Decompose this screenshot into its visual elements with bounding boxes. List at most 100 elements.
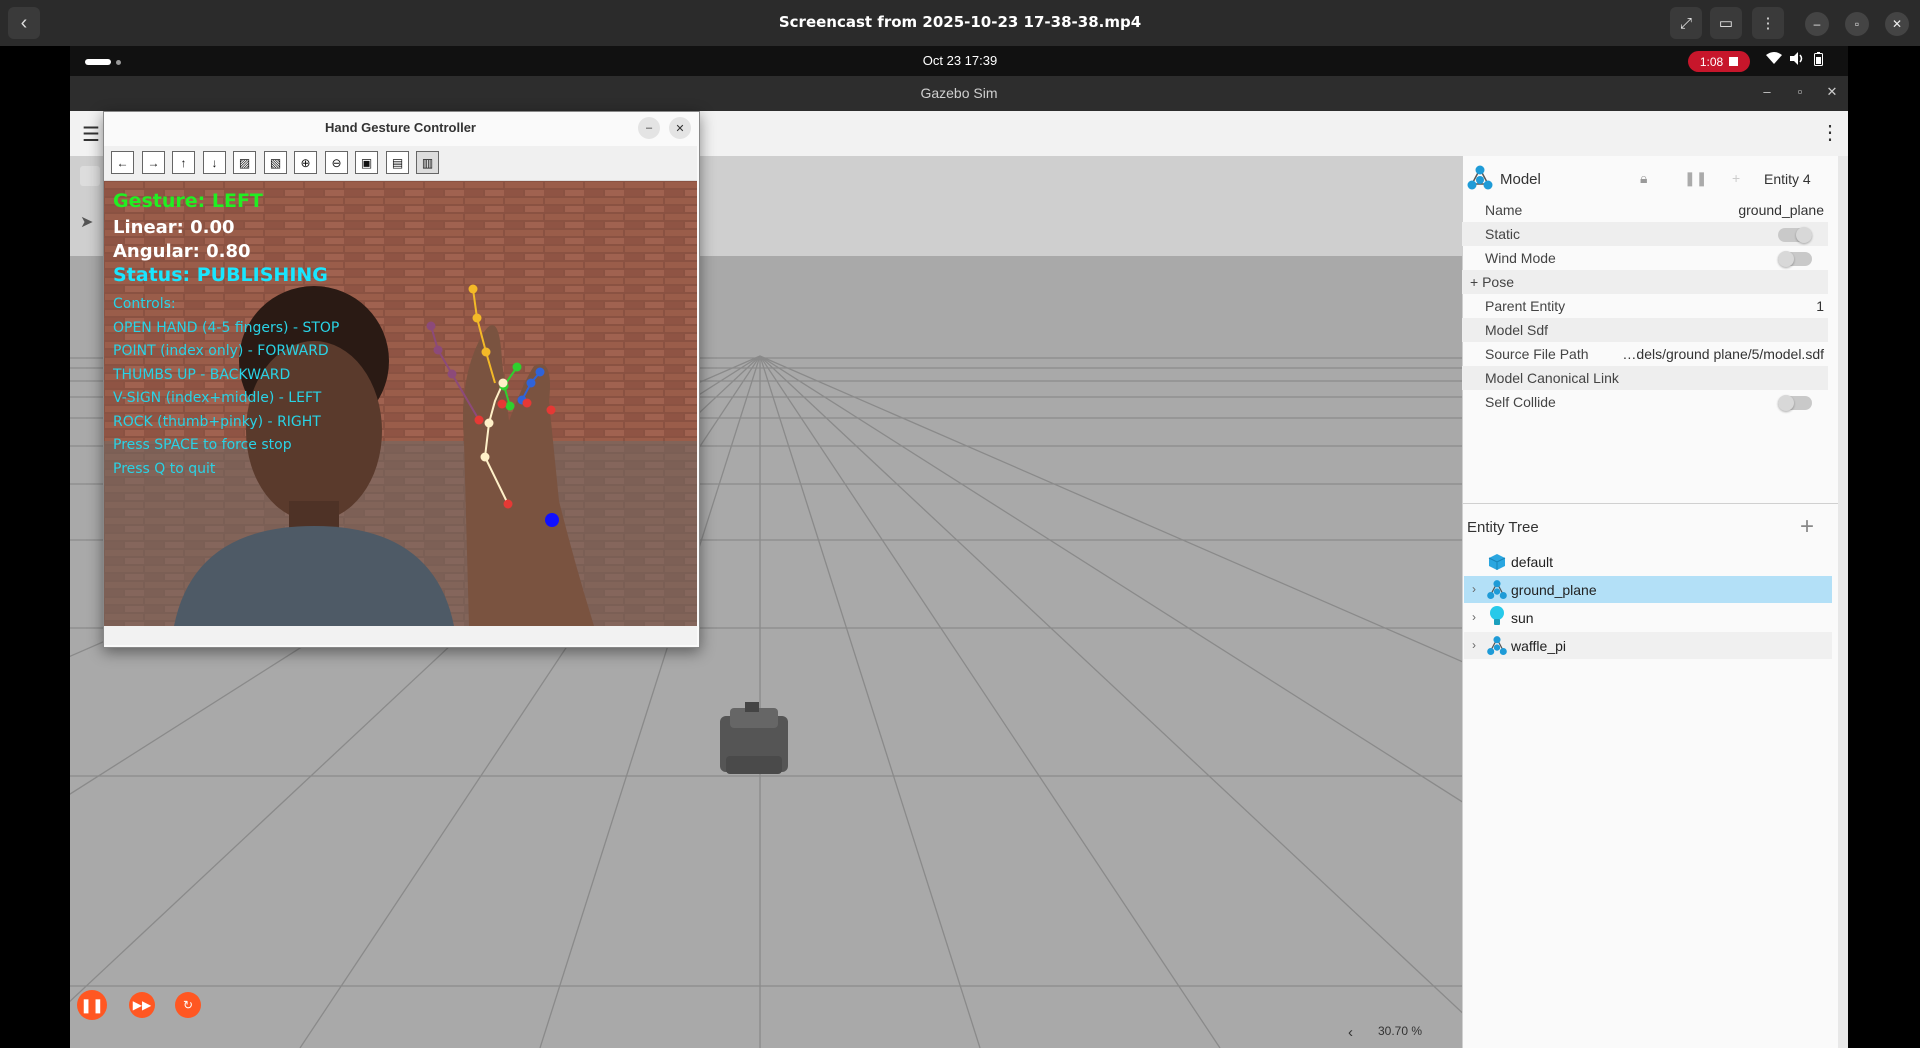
copy-icon[interactable]: ▤: [386, 151, 409, 174]
entity-tree-title: Entity Tree: [1467, 519, 1539, 536]
tree-item-label: sun: [1511, 610, 1534, 626]
pose-expander[interactable]: + Pose: [1470, 274, 1514, 290]
zoom-in-icon[interactable]: ⊕: [294, 151, 317, 174]
minimize-icon: –: [1763, 84, 1771, 99]
tree-item-label: default: [1511, 554, 1554, 570]
close-icon: ✕: [1891, 17, 1903, 31]
prop-label: Name: [1485, 202, 1523, 218]
linear-velocity-readout: Linear: 0.00: [113, 217, 235, 238]
properties-icon[interactable]: ▥: [416, 151, 439, 174]
chevron-right-icon[interactable]: ›: [1472, 582, 1476, 596]
gesture-readout: Gesture: LEFT: [113, 190, 263, 212]
gazebo-minimize-button[interactable]: –: [1757, 84, 1777, 99]
player-menu-button[interactable]: ⋮: [1752, 7, 1784, 39]
prop-value-parent-entity: 1: [1816, 298, 1824, 314]
add-component-icon[interactable]: +: [1732, 170, 1740, 186]
lock-icon[interactable]: 🔒︎: [1640, 170, 1647, 187]
stop-icon: [1729, 57, 1739, 66]
pause-icon: ❚❚: [80, 996, 104, 1013]
system-clock[interactable]: Oct 23 17:39: [0, 53, 1920, 68]
hgc-window-title: Hand Gesture Controller: [325, 120, 476, 135]
right-panel-scrollbar[interactable]: [1838, 156, 1848, 1048]
close-icon: ✕: [1826, 84, 1838, 99]
plugin-menu-kebab-icon[interactable]: ⋮: [1820, 120, 1840, 145]
panel-divider[interactable]: [1462, 503, 1838, 504]
control-hint: POINT (index only) - FORWARD: [113, 343, 329, 359]
static-toggle[interactable]: [1778, 227, 1812, 243]
arrow-down-icon[interactable]: ↓: [203, 151, 226, 174]
entity-id: Entity 4: [1764, 171, 1811, 187]
self-collide-toggle[interactable]: [1778, 395, 1812, 411]
gazebo-maximize-button[interactable]: ▫: [1790, 84, 1810, 99]
cube-icon: [1488, 553, 1506, 576]
prop-label: Parent Entity: [1485, 298, 1566, 314]
wifi-icon[interactable]: [1766, 52, 1782, 68]
close-icon: ✕: [675, 122, 685, 135]
controls-title: Controls:: [113, 296, 176, 312]
step-button[interactable]: ▶▶: [129, 992, 155, 1018]
wind-mode-toggle[interactable]: [1778, 251, 1812, 267]
maximize-icon: ▫: [1854, 17, 1860, 31]
minimize-button[interactable]: –: [1805, 12, 1829, 36]
fast-forward-icon: ▶▶: [132, 998, 152, 1012]
prop-row-pose[interactable]: [1462, 270, 1828, 294]
model-icon: [1486, 635, 1508, 662]
add-entity-plus-icon[interactable]: +: [1800, 513, 1814, 541]
model-icon: [1466, 164, 1494, 197]
expand-icon: ⤢: [1679, 14, 1692, 32]
chevron-right-icon[interactable]: ›: [1472, 610, 1476, 624]
prop-label: Source File Path: [1485, 346, 1589, 362]
maximize-button[interactable]: ▫: [1845, 12, 1869, 36]
box-shape-icon[interactable]: [80, 166, 100, 186]
hgc-minimize-button[interactable]: –: [638, 117, 660, 139]
gazebo-window-title: Gazebo Sim: [920, 85, 998, 101]
prop-label: Wind Mode: [1485, 250, 1556, 266]
reset-button[interactable]: ↻: [175, 992, 201, 1018]
subtitles-button[interactable]: ▭: [1710, 7, 1742, 39]
chevron-right-icon[interactable]: ›: [1472, 638, 1476, 652]
control-hint: Press SPACE to force stop: [113, 437, 292, 453]
hamburger-menu-icon[interactable]: ☰: [82, 122, 104, 147]
arrow-right-icon[interactable]: →: [142, 151, 165, 174]
arrow-up-icon[interactable]: ↑: [172, 151, 195, 174]
pause-updates-icon[interactable]: ❚❚: [1684, 170, 1707, 187]
real-time-factor: 30.70 %: [1378, 1024, 1423, 1038]
control-hint: OPEN HAND (4-5 fingers) - STOP: [113, 320, 340, 336]
minimize-icon: –: [645, 122, 653, 134]
light-bulb-icon: [1489, 605, 1505, 632]
fullscreen-button[interactable]: ⤢: [1670, 7, 1702, 39]
prop-label: Model Canonical Link: [1485, 370, 1619, 386]
control-hint: THUMBS UP - BACKWARD: [113, 367, 291, 383]
subtitles-icon: ▭: [1718, 15, 1734, 32]
video-title: Screencast from 2025-10-23 17-38-38.mp4: [778, 13, 1142, 31]
prop-label: Model Sdf: [1485, 322, 1549, 338]
volume-icon[interactable]: [1790, 52, 1805, 68]
screen-recording-indicator[interactable]: 1:08: [1688, 51, 1750, 72]
collapse-stats-chevron-icon[interactable]: ‹: [1348, 1024, 1353, 1041]
image-icon[interactable]: ▨: [233, 151, 256, 174]
close-button[interactable]: ✕: [1885, 12, 1909, 36]
robot-model[interactable]: [720, 702, 788, 774]
status-readout: Status: PUBLISHING: [113, 264, 328, 286]
battery-icon[interactable]: [1814, 52, 1823, 69]
gazebo-close-button[interactable]: ✕: [1822, 84, 1842, 100]
recording-time: 1:08: [1699, 54, 1724, 69]
image-edit-icon[interactable]: ▧: [264, 151, 287, 174]
minimize-icon: –: [1813, 17, 1821, 31]
control-hint: Press Q to quit: [113, 461, 216, 477]
select-cursor-icon[interactable]: ➤: [80, 212, 93, 232]
tree-item-label: waffle_pi: [1511, 638, 1567, 654]
save-icon[interactable]: ▣: [355, 151, 378, 174]
hgc-close-button[interactable]: ✕: [669, 117, 691, 139]
pause-button[interactable]: ❚❚: [77, 990, 107, 1020]
zoom-out-icon[interactable]: ⊖: [325, 151, 348, 174]
hgc-status-bar: [104, 626, 697, 645]
camera-feed: Gesture: LEFT Linear: 0.00 Angular: 0.80…: [104, 181, 697, 626]
prop-label: Static: [1485, 226, 1521, 242]
inspector-title: Model: [1500, 171, 1541, 188]
arrow-left-icon[interactable]: ←: [111, 151, 134, 174]
prop-value-source-file: …dels/ground plane/5/model.sdf: [1622, 346, 1824, 362]
tree-item-label: ground_plane: [1511, 582, 1597, 598]
control-hint: V-SIGN (index+middle) - LEFT: [113, 390, 322, 406]
control-hint: ROCK (thumb+pinky) - RIGHT: [113, 414, 321, 430]
